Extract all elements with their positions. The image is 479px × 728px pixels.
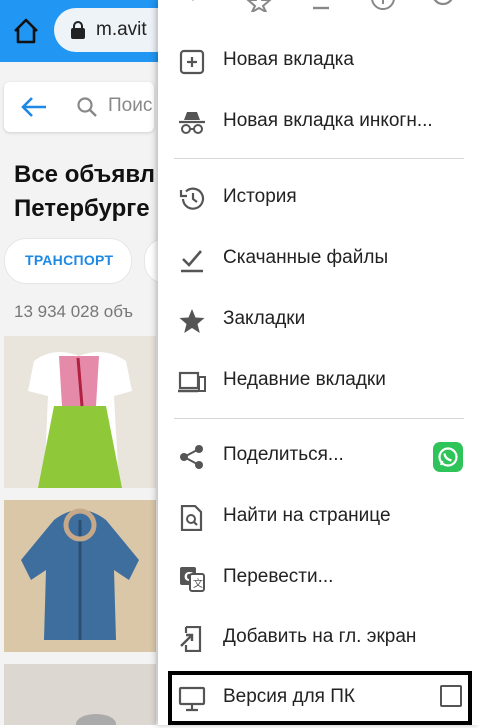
menu-item-label: Скачанные файлы <box>223 247 389 268</box>
product-image-jacket[interactable] <box>4 500 156 652</box>
menu-toolbar <box>158 0 479 20</box>
product-image-third[interactable] <box>4 664 156 725</box>
menu-item-new-tab[interactable]: Новая вкладка <box>158 31 479 91</box>
chip-label: ТРАНСПОРТ <box>25 252 114 268</box>
search-placeholder[interactable]: Поис <box>108 95 152 117</box>
search-bar[interactable]: Поис <box>4 82 154 132</box>
back-arrow-icon[interactable] <box>20 95 48 119</box>
category-chip-transport[interactable]: ТРАНСПОРТ <box>4 238 132 284</box>
add-to-home-icon <box>178 625 206 653</box>
history-icon <box>178 186 206 212</box>
whatsapp-icon[interactable] <box>433 442 463 472</box>
highlight-frame <box>168 671 472 725</box>
url-text: m.avit <box>96 19 147 40</box>
menu-item-bookmarks[interactable]: Закладки <box>158 290 479 350</box>
menu-item-label: История <box>223 186 297 207</box>
svg-text:文: 文 <box>193 577 203 590</box>
menu-item-label: Поделиться... <box>223 444 344 465</box>
browser-menu: Новая вкладка Новая вкладка инкогн... Ис… <box>158 0 479 725</box>
menu-item-label: Закладки <box>223 308 306 329</box>
menu-item-label: Найти на странице <box>223 505 391 526</box>
menu-item-label: Новая вкладка <box>223 49 354 70</box>
menu-item-label: Перевести... <box>223 566 334 587</box>
new-tab-icon <box>178 49 206 75</box>
menu-item-recent-tabs[interactable]: Недавние вкладки <box>158 351 479 411</box>
menu-divider <box>174 418 464 419</box>
web-page: Поис Все объявл Петербурге ТРАНСПОРТ 13 … <box>0 62 186 725</box>
find-in-page-icon <box>178 504 206 532</box>
menu-item-history[interactable]: История <box>158 168 479 228</box>
bookmark-star-icon <box>178 308 206 334</box>
refresh-icon[interactable] <box>430 0 456 12</box>
downloads-icon <box>178 247 206 273</box>
lock-icon <box>70 21 86 39</box>
menu-item-share[interactable]: Поделиться... <box>158 426 479 486</box>
results-count: 13 934 028 объ <box>14 302 134 321</box>
menu-divider <box>174 158 464 159</box>
share-icon <box>178 444 206 470</box>
menu-item-label: Добавить на гл. экран <box>223 626 417 647</box>
menu-item-incognito[interactable]: Новая вкладка инкогн... <box>158 92 479 152</box>
incognito-icon <box>178 110 206 136</box>
menu-item-find-in-page[interactable]: Найти на странице <box>158 487 479 547</box>
menu-item-label: Недавние вкладки <box>223 369 386 390</box>
menu-item-translate[interactable]: G文 Перевести... <box>158 548 479 608</box>
recent-tabs-icon <box>178 369 206 395</box>
menu-item-add-to-home[interactable]: Добавить на гл. экран <box>158 608 479 668</box>
menu-item-downloads[interactable]: Скачанные файлы <box>158 229 479 289</box>
search-icon <box>76 96 98 118</box>
menu-item-label: Новая вкладка инкогн... <box>223 110 433 131</box>
home-icon[interactable] <box>10 15 42 47</box>
translate-icon: G文 <box>178 566 206 592</box>
forward-icon[interactable] <box>188 0 214 12</box>
download-icon[interactable] <box>308 0 334 12</box>
bookmark-icon[interactable] <box>246 0 272 15</box>
product-image-dress[interactable] <box>4 336 156 488</box>
info-icon[interactable] <box>370 0 396 12</box>
